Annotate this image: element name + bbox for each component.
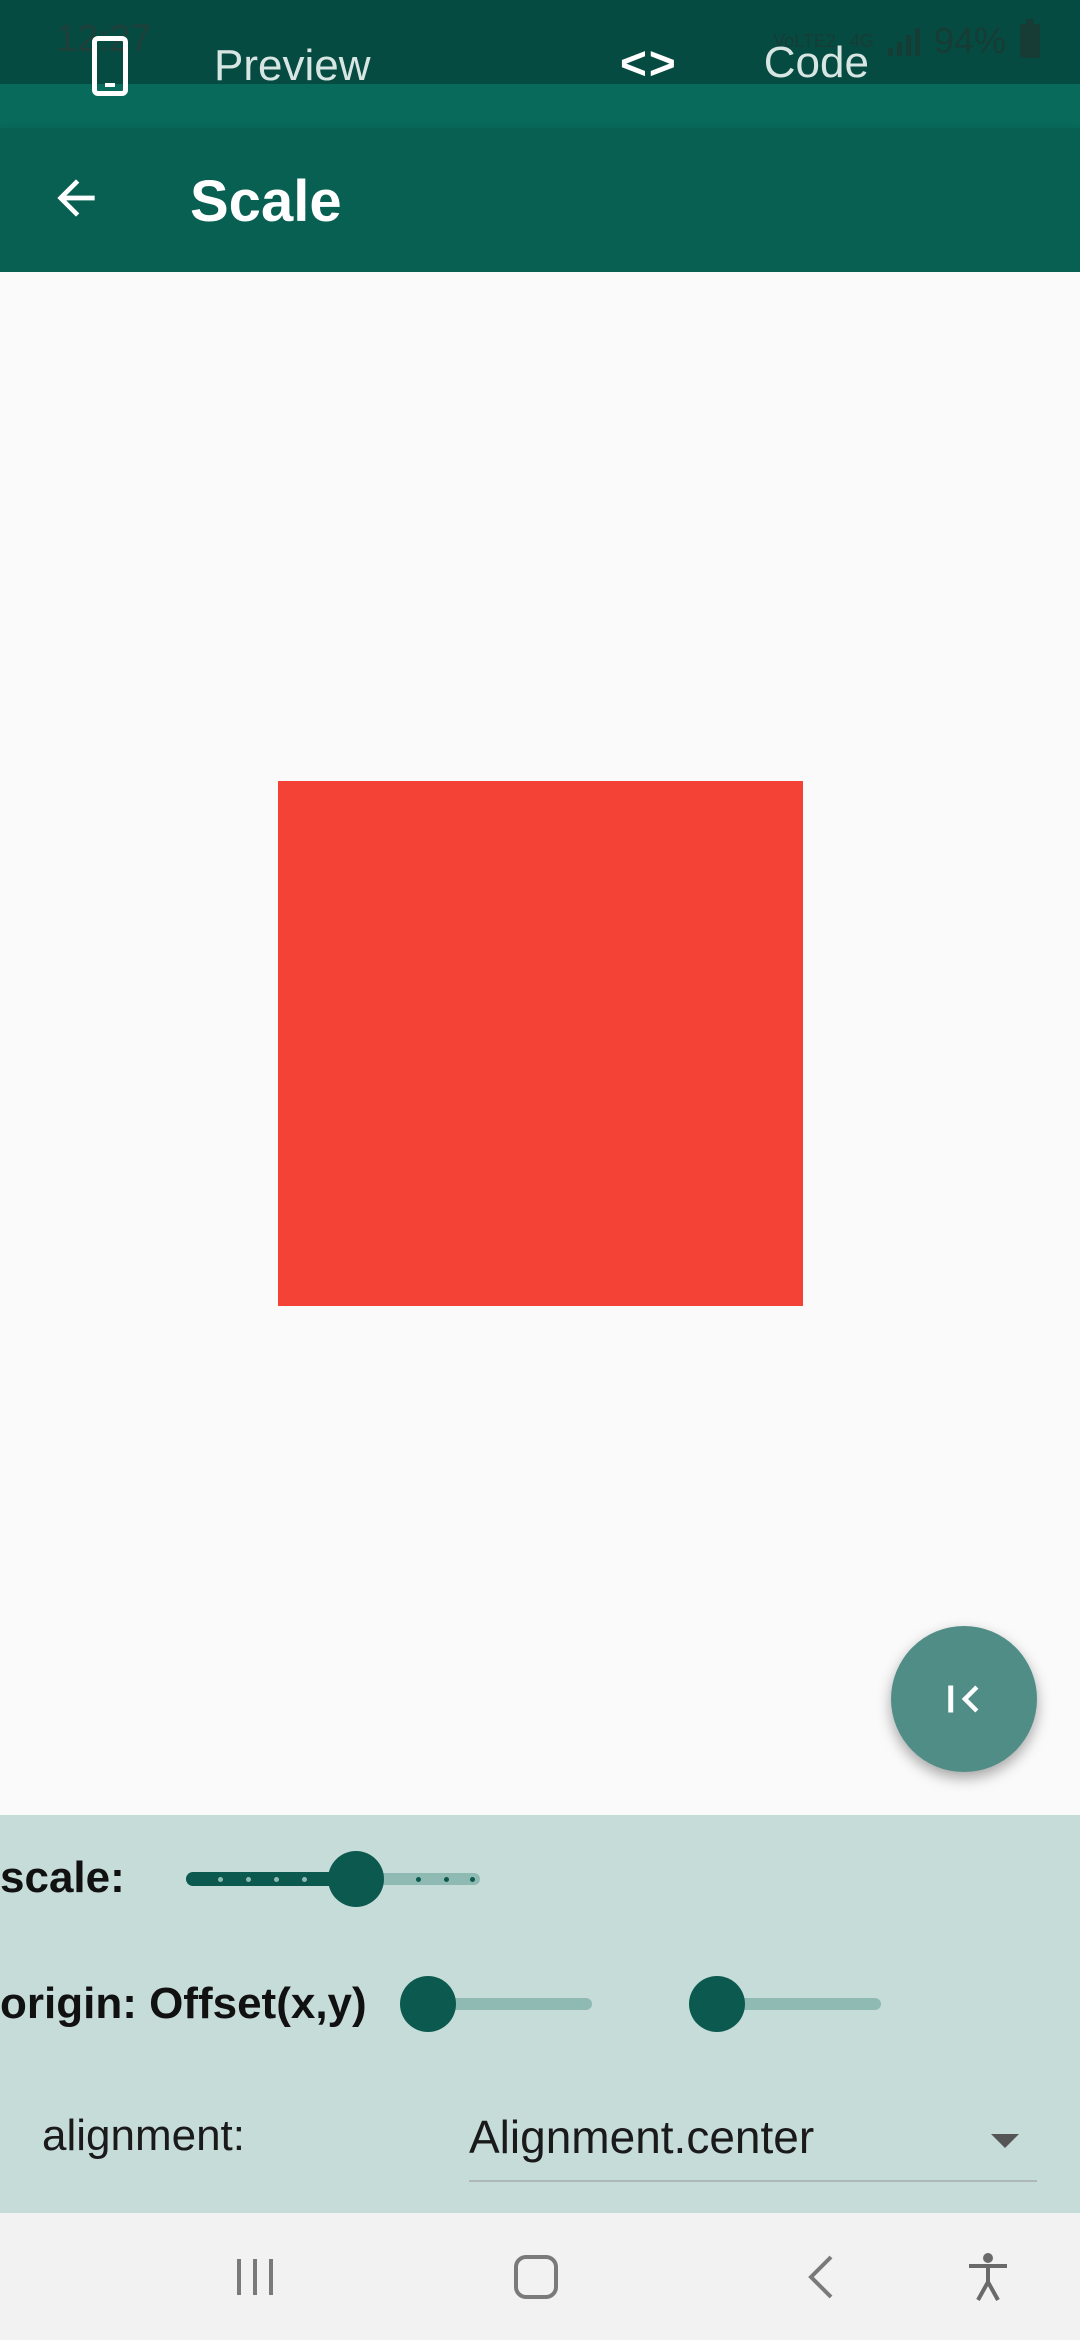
arrow-back-icon[interactable] [48, 170, 104, 226]
scale-slider-thumb[interactable] [328, 1851, 384, 1907]
scale-tick [470, 1877, 475, 1882]
scale-label: scale: [0, 1853, 125, 1902]
back-button[interactable] [780, 2213, 860, 2340]
scale-tick [274, 1877, 279, 1882]
home-icon [514, 2254, 558, 2299]
scale-tick [218, 1877, 223, 1882]
app-bar: Scale [0, 128, 1080, 272]
origin-x-slider[interactable] [400, 1976, 592, 2032]
signal-icon [887, 26, 920, 56]
alignment-label: alignment: [42, 2111, 246, 2160]
tab-preview-label: Preview [214, 41, 371, 90]
accessibility-icon [969, 2252, 1007, 2301]
code-icon: <> [620, 37, 678, 89]
tab-preview[interactable]: Preview [92, 36, 371, 96]
battery-percent: 94% [933, 20, 1006, 61]
dropdown-caret-icon [991, 2134, 1019, 2148]
origin-label: origin: Offset(x,y) [0, 1979, 367, 2028]
tab-code[interactable]: <> Code [620, 36, 869, 90]
scale-slider[interactable] [186, 1851, 480, 1907]
recents-icon [237, 2258, 273, 2295]
scale-tick [302, 1877, 307, 1882]
alignment-dropdown[interactable]: Alignment.center [469, 2102, 1037, 2182]
first-page-icon [948, 1685, 979, 1713]
origin-y-slider[interactable] [689, 1976, 881, 2032]
page-title: Scale [190, 169, 342, 234]
system-nav-bar [0, 2213, 1080, 2340]
origin-y-thumb[interactable] [689, 1976, 745, 2032]
scale-tick [444, 1877, 449, 1882]
preview-area [0, 272, 1080, 1815]
phone-icon [92, 36, 128, 96]
nav-back-icon [808, 2255, 833, 2298]
origin-x-thumb[interactable] [400, 1976, 456, 2032]
tab-code-label: Code [763, 38, 869, 87]
collapse-button[interactable] [891, 1626, 1037, 1772]
accessibility-button[interactable] [948, 2213, 1028, 2340]
scale-tick [416, 1877, 421, 1882]
alignment-value: Alignment.center [469, 2111, 815, 2163]
home-button[interactable] [496, 2213, 576, 2340]
scale-tick [246, 1877, 251, 1882]
scaled-box [278, 781, 803, 1306]
recents-button[interactable] [215, 2213, 295, 2340]
battery-icon [1020, 19, 1040, 58]
